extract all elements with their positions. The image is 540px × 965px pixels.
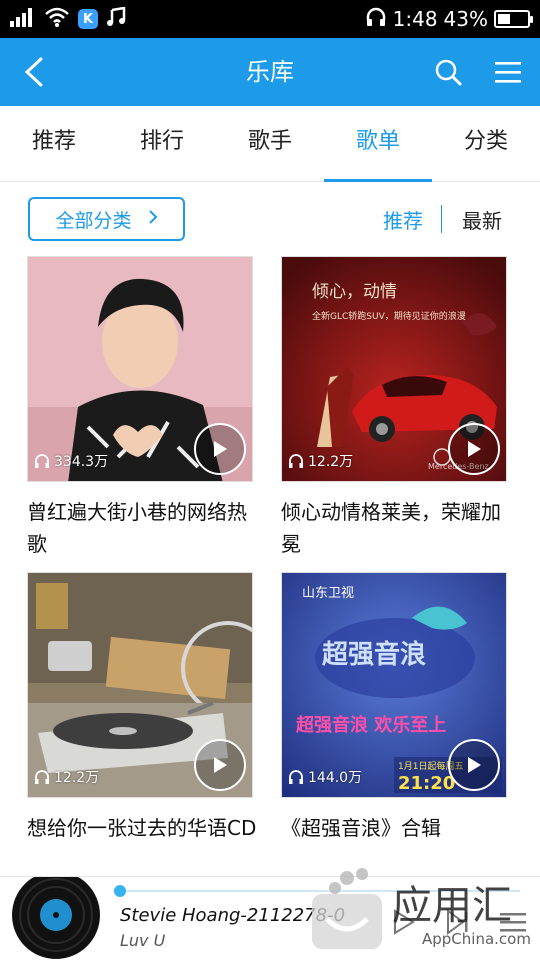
wifi-icon	[44, 7, 70, 31]
battery-percent: 43%	[443, 7, 488, 31]
playlist-card[interactable]: 12.2万 想给你一张过去的华语CD	[27, 572, 256, 844]
album-disc-icon[interactable]	[10, 871, 100, 961]
tab-singers[interactable]: 歌手	[216, 106, 324, 182]
app-bar: 乐库	[0, 38, 540, 106]
play-button[interactable]	[194, 739, 246, 791]
cover-headline: 倾心，动情	[312, 282, 397, 302]
appchina-watermark: 应用汇 AppChina.com	[302, 864, 532, 954]
playlist-card[interactable]: 334.3万 曾红遍大街小巷的网络热歌	[27, 256, 253, 560]
play-button[interactable]	[448, 423, 500, 475]
battery-icon	[494, 10, 533, 28]
watermark-text-en: AppChina.com	[422, 930, 531, 948]
status-bar: K 1:48 43%	[0, 0, 540, 38]
playlist-cover[interactable]: 山东卫视 超强音浪 超强音浪 欢乐至上 1月1日起每周五 21:20 144.0…	[281, 572, 507, 798]
watermark-text-cn: 应用汇	[392, 883, 512, 929]
playlist-card[interactable]: 山东卫视 超强音浪 超强音浪 欢乐至上 1月1日起每周五 21:20 144.0…	[281, 572, 507, 844]
all-categories-button[interactable]: 全部分类	[28, 197, 185, 241]
playlist-title[interactable]: 《超强音浪》合辑	[281, 812, 513, 844]
headphone-icon	[35, 770, 49, 784]
play-icon	[214, 757, 227, 773]
playlist-title[interactable]: 想给你一张过去的华语CD	[27, 812, 259, 844]
play-count: 12.2万	[288, 451, 353, 471]
headphone-icon	[289, 770, 303, 784]
play-count: 334.3万	[34, 451, 108, 471]
playlist-title[interactable]: 倾心动情格莱美，荣耀加冕	[281, 496, 513, 560]
tab-categories[interactable]: 分类	[432, 106, 540, 182]
tab-playlists[interactable]: 歌单	[324, 106, 432, 182]
clock-time: 1:48	[392, 7, 438, 31]
search-icon[interactable]	[428, 52, 468, 92]
cover-channel: 山东卫视	[302, 586, 354, 601]
tab-rankings[interactable]: 排行	[108, 106, 216, 182]
play-icon	[468, 757, 481, 773]
all-categories-label: 全部分类	[55, 209, 132, 232]
headphone-icon	[289, 454, 303, 468]
progress-handle[interactable]	[114, 885, 126, 897]
menu-icon[interactable]	[488, 52, 528, 92]
playlist-title[interactable]: 曾红遍大街小巷的网络热歌	[27, 496, 259, 560]
playlist-card[interactable]: 倾心，动情 全新GLC轿跑SUV，期待见证你的浪漫 Mercedes-Benz …	[281, 256, 507, 560]
category-tabs: 推荐 排行 歌手 歌单 分类	[0, 106, 540, 182]
play-count: 12.2万	[34, 767, 99, 787]
sort-recommended[interactable]: 推荐	[383, 205, 423, 234]
signal-icon	[10, 7, 36, 31]
chevron-right-icon	[148, 208, 158, 230]
kugou-k-icon: K	[78, 9, 98, 29]
cover-subline: 全新GLC轿跑SUV，期待见证你的浪漫	[312, 310, 466, 322]
play-icon	[468, 441, 481, 457]
sort-latest[interactable]: 最新	[462, 205, 502, 234]
music-note-icon	[106, 6, 126, 31]
playlist-cover[interactable]: 倾心，动情 全新GLC轿跑SUV，期待见证你的浪漫 Mercedes-Benz …	[281, 256, 507, 482]
cover-slogan: 超强音浪 欢乐至上	[296, 714, 446, 736]
playlist-cover[interactable]: 334.3万	[27, 256, 253, 482]
headphone-icon	[35, 454, 49, 468]
tab-recommend[interactable]: 推荐	[0, 106, 108, 182]
filter-row: 全部分类 推荐 最新	[0, 182, 540, 254]
sort-toggle: 推荐 最新	[383, 202, 502, 236]
play-button[interactable]	[194, 423, 246, 475]
play-button[interactable]	[448, 739, 500, 791]
artist-name[interactable]: Luv U	[120, 931, 165, 950]
cover-time: 21:20	[398, 773, 455, 794]
sort-divider	[441, 205, 442, 233]
cover-show: 超强音浪	[322, 639, 426, 670]
headphone-icon	[365, 6, 387, 33]
playlist-cover[interactable]: 12.2万	[27, 572, 253, 798]
play-icon	[214, 441, 227, 457]
play-count: 144.0万	[288, 767, 362, 787]
